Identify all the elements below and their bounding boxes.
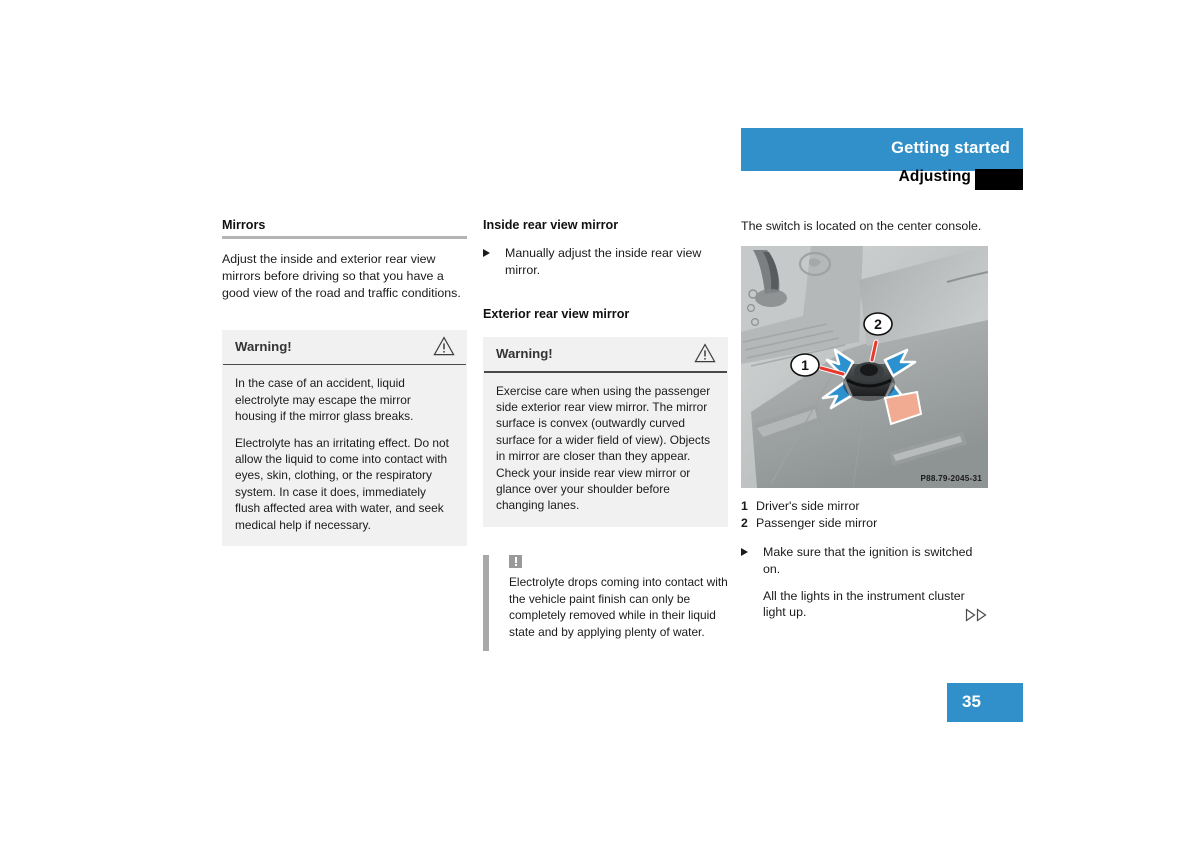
svg-text:2: 2 [874, 316, 882, 332]
running-header-subtitle: Adjusting [898, 168, 971, 185]
figure-center-console-mirror-switch: 1 2 P88.79-2045-31 [741, 245, 988, 488]
chapter-tab-marker [975, 169, 1023, 190]
running-header-title: Getting started [891, 139, 1010, 157]
legend-label: Driver's side mirror [756, 498, 860, 513]
warning-box-header: Warning! [483, 337, 728, 371]
instruction-inside-mirror: Manually adjust the inside rear view mir… [483, 245, 728, 279]
warning-paragraph: Electrolyte has an irritating effect. Do… [235, 435, 449, 532]
section-heading-exterior-rear-view-mirror: Exterior rear view mirror [483, 306, 630, 321]
legend-label: Passenger side mirror [756, 515, 878, 530]
column-left: Mirrors Adjust the inside and exterior r… [222, 218, 467, 560]
bullet-triangle-icon [741, 547, 748, 556]
running-header-band: Getting started [741, 128, 1023, 171]
warning-box-header: Warning! [222, 330, 467, 364]
section-heading-mirrors: Mirrors [222, 218, 266, 232]
heading-rule [222, 236, 467, 240]
warning-triangle-icon [433, 336, 455, 356]
legend-number: 2 [741, 515, 748, 530]
warning-box-body: In the case of an accident, liquid elect… [222, 365, 467, 546]
svg-text:1: 1 [801, 357, 809, 373]
section-heading-inside-rear-view-mirror: Inside rear view mirror [483, 218, 619, 232]
instruction-text: Manually adjust the inside rear view mir… [505, 246, 702, 278]
warning-triangle-icon [694, 343, 716, 363]
running-header-subtitle-row: Adjusting [741, 168, 1023, 192]
notice-exclamation-icon [509, 554, 522, 568]
notice-side-bar [483, 554, 489, 651]
manual-page: Getting started Adjusting Mirrors Adjust… [0, 0, 1200, 848]
page-number: 35 [962, 692, 981, 711]
legend-item: 1 Driver's side mirror [741, 498, 989, 515]
legend-number: 1 [741, 498, 748, 513]
warning-box-convex-mirror: Warning! Exercise care when using the pa… [483, 337, 728, 527]
legend-item: 2 Passenger side mirror [741, 515, 989, 532]
warning-box-electrolyte: Warning! In the case of an accident, liq… [222, 329, 467, 546]
warning-box-body: Exercise care when using the passenger s… [483, 373, 728, 527]
instruction-text: Make sure that the ignition is switched … [763, 544, 973, 576]
figure-legend: 1 Driver's side mirror 2 Passenger side … [741, 498, 989, 532]
warning-paragraph: In the case of an accident, liquid elect… [235, 376, 414, 424]
instruction-result-text: All the lights in the instrument cluster… [763, 588, 965, 620]
notice-box-electrolyte-paint: Electrolyte drops coming into contact wi… [483, 554, 728, 651]
warning-paragraph: Exercise care when using the passenger s… [496, 383, 711, 513]
warning-label: Warning! [496, 346, 553, 362]
center-console-mirror-switch-photo: 1 2 [741, 245, 988, 488]
mirrors-intro-paragraph: Adjust the inside and exterior rear view… [222, 252, 461, 300]
switch-location-paragraph: The switch is located on the center cons… [741, 219, 982, 233]
double-right-triangle-icon [965, 608, 989, 622]
column-right: The switch is located on the center cons… [741, 218, 989, 622]
column-middle: Inside rear view mirror Manually adjust … [483, 218, 728, 651]
bullet-triangle-icon [483, 249, 490, 258]
notice-text: Electrolyte drops coming into contact wi… [509, 574, 728, 640]
instruction-ignition: Make sure that the ignition is switched … [741, 544, 989, 578]
figure-reference-code: P88.79-2045-31 [920, 473, 982, 483]
page-number-badge: 35 [947, 683, 1023, 722]
warning-label: Warning! [235, 338, 292, 354]
